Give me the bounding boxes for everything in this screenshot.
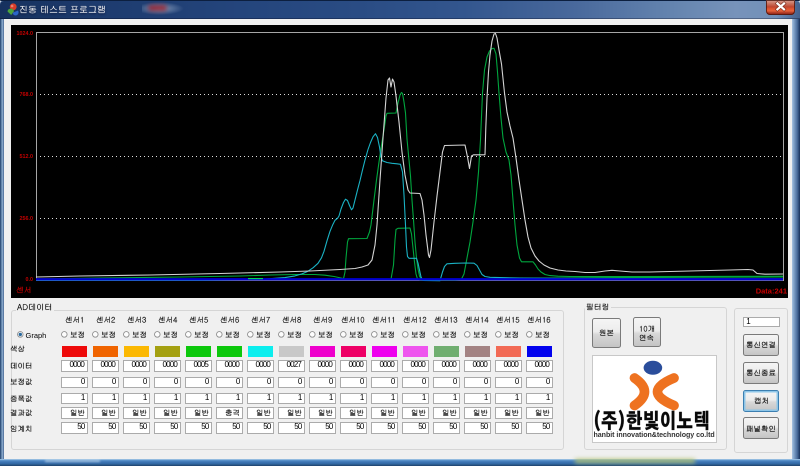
svg-text:0.0: 0.0	[26, 277, 34, 283]
svg-text:256.0: 256.0	[20, 216, 34, 222]
svg-text:768.0: 768.0	[20, 92, 34, 98]
svg-text:512.0: 512.0	[20, 154, 34, 160]
svg-text:Data:241: Data:241	[756, 287, 787, 296]
svg-text:1024.0: 1024.0	[17, 31, 34, 37]
